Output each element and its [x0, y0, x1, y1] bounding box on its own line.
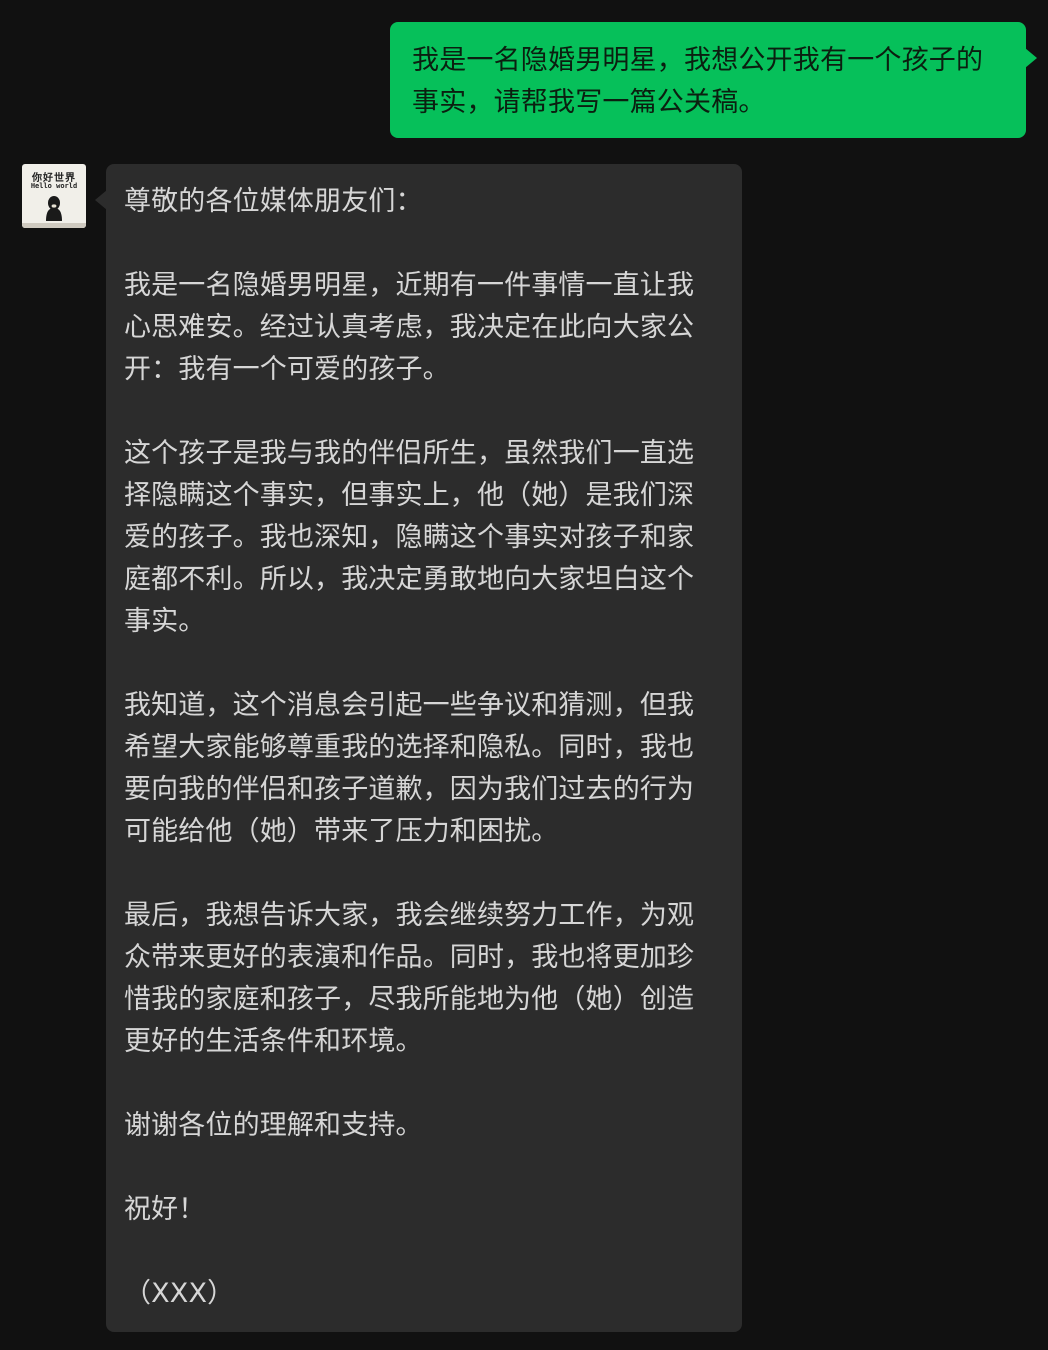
avatar-ground	[22, 223, 86, 228]
person-silhouette-icon	[46, 196, 62, 221]
avatar[interactable]: 你好世界 Hello world	[22, 164, 86, 228]
assistant-reply-bubble[interactable]: 尊敬的各位媒体朋友们： 我是一名隐婚男明星，近期有一件事情一直让我 心思难安。经…	[95, 164, 742, 1332]
user-message-bubble[interactable]: 我是一名隐婚男明星，我想公开我有一个孩子的 事实，请帮我写一篇公关稿。	[390, 22, 1037, 138]
bubble-tail	[95, 190, 107, 210]
user-message-line: 事实，请帮我写一篇公关稿。	[412, 87, 766, 118]
reply-signature: （XXX）	[124, 1278, 235, 1309]
bubble-tail	[1025, 48, 1037, 68]
reply-thanks: 谢谢各位的理解和支持。	[124, 1110, 423, 1141]
user-message-line: 我是一名隐婚男明星，我想公开我有一个孩子的	[412, 45, 984, 76]
reply-paragraph: 我知道，这个消息会引起一些争议和猜测，但我 希望大家能够尊重我的选择和隐私。同时…	[124, 690, 695, 847]
reply-closing: 祝好！	[124, 1194, 206, 1225]
reply-greeting: 尊敬的各位媒体朋友们：	[124, 186, 423, 217]
reply-paragraph: 最后，我想告诉大家，我会继续努力工作，为观 众带来更好的表演和作品。同时，我也将…	[124, 900, 695, 1057]
avatar-subtitle: Hello world	[30, 182, 78, 190]
reply-paragraph: 我是一名隐婚男明星，近期有一件事情一直让我 心思难安。经过认真考虑，我决定在此向…	[124, 270, 695, 385]
reply-paragraph: 这个孩子是我与我的伴侣所生，虽然我们一直选 择隐瞒这个事实，但事实上，他（她）是…	[124, 438, 695, 637]
